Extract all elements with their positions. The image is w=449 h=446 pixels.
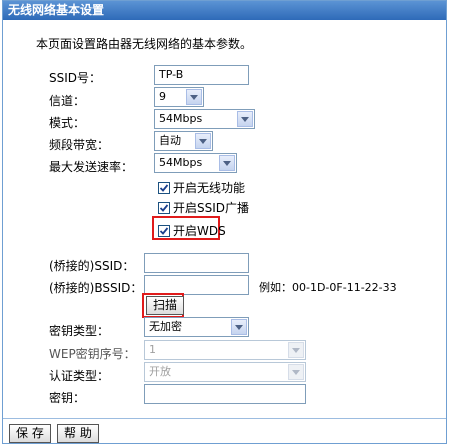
auth-type-value: 开放 bbox=[149, 365, 171, 378]
key-type-value: 无加密 bbox=[149, 320, 182, 333]
chevron-down-icon bbox=[195, 133, 211, 149]
bridged-ssid-input[interactable] bbox=[144, 253, 249, 273]
max-rate-select[interactable]: 54Mbps bbox=[154, 153, 237, 173]
bridged-bssid-label: (桥接的)BSSID： bbox=[49, 281, 143, 295]
chevron-down-icon bbox=[288, 364, 304, 380]
ssid-input[interactable]: TP-B bbox=[154, 65, 249, 85]
max-rate-label: 最大发送速率： bbox=[49, 160, 134, 174]
chevron-down-icon bbox=[231, 319, 247, 335]
bridged-ssid-label: (桥接的)SSID： bbox=[49, 259, 135, 273]
key-type-select[interactable]: 无加密 bbox=[144, 317, 249, 337]
bridged-bssid-input[interactable] bbox=[144, 275, 249, 295]
enable-wds-label: 开启WDS bbox=[173, 224, 226, 238]
settings-panel: 无线网络基本设置 本页面设置路由器无线网络的基本参数。 SSID号： TP-B … bbox=[2, 0, 447, 444]
auth-type-select[interactable]: 开放 bbox=[144, 362, 306, 382]
bandwidth-select[interactable]: 自动 bbox=[154, 131, 213, 151]
bandwidth-label: 频段带宽： bbox=[49, 138, 110, 152]
ssid-label: SSID号： bbox=[49, 71, 102, 85]
channel-label: 信道： bbox=[49, 94, 86, 108]
key-label: 密钥： bbox=[49, 391, 86, 405]
scan-button[interactable]: 扫描 bbox=[146, 296, 185, 315]
save-button[interactable]: 保 存 bbox=[9, 424, 51, 443]
key-input[interactable] bbox=[144, 384, 306, 404]
mode-select[interactable]: 54Mbps (802.11g) bbox=[154, 109, 255, 143]
wep-index-label: WEP密钥序号： bbox=[49, 347, 136, 361]
wep-index-value: 1 bbox=[149, 343, 156, 356]
help-button[interactable]: 帮 助 bbox=[57, 424, 99, 443]
bandwidth-value: 自动 bbox=[159, 134, 181, 147]
max-rate-value: 54Mbps bbox=[159, 156, 203, 169]
intro-text: 本页面设置路由器无线网络的基本参数。 bbox=[36, 37, 253, 51]
bssid-example: 例如：00-1D-0F-11-22-33 bbox=[259, 281, 397, 294]
channel-value: 9 bbox=[159, 90, 166, 103]
chevron-down-icon bbox=[186, 89, 202, 105]
wep-index-select[interactable]: 1 bbox=[144, 340, 306, 360]
enable-wireless-option[interactable]: 开启无线功能 bbox=[158, 179, 245, 196]
chevron-down-icon bbox=[288, 342, 304, 358]
enable-wireless-label: 开启无线功能 bbox=[173, 181, 246, 195]
enable-ssid-broadcast-option[interactable]: 开启SSID广播 bbox=[158, 199, 249, 216]
enable-wireless-checkbox[interactable] bbox=[158, 181, 170, 194]
auth-type-label: 认证类型： bbox=[49, 369, 110, 383]
enable-wds-option[interactable]: 开启WDS bbox=[158, 222, 226, 239]
panel-title: 无线网络基本设置 bbox=[3, 1, 446, 20]
enable-wds-checkbox[interactable] bbox=[158, 224, 170, 237]
enable-ssid-broadcast-label: 开启SSID广播 bbox=[173, 201, 250, 215]
key-type-label: 密钥类型： bbox=[49, 324, 110, 338]
chevron-down-icon bbox=[219, 155, 235, 171]
footer-divider bbox=[3, 418, 446, 419]
enable-ssid-broadcast-checkbox[interactable] bbox=[158, 201, 170, 214]
mode-label: 模式： bbox=[49, 116, 86, 130]
channel-select[interactable]: 9 bbox=[154, 87, 204, 107]
chevron-down-icon bbox=[237, 111, 253, 127]
